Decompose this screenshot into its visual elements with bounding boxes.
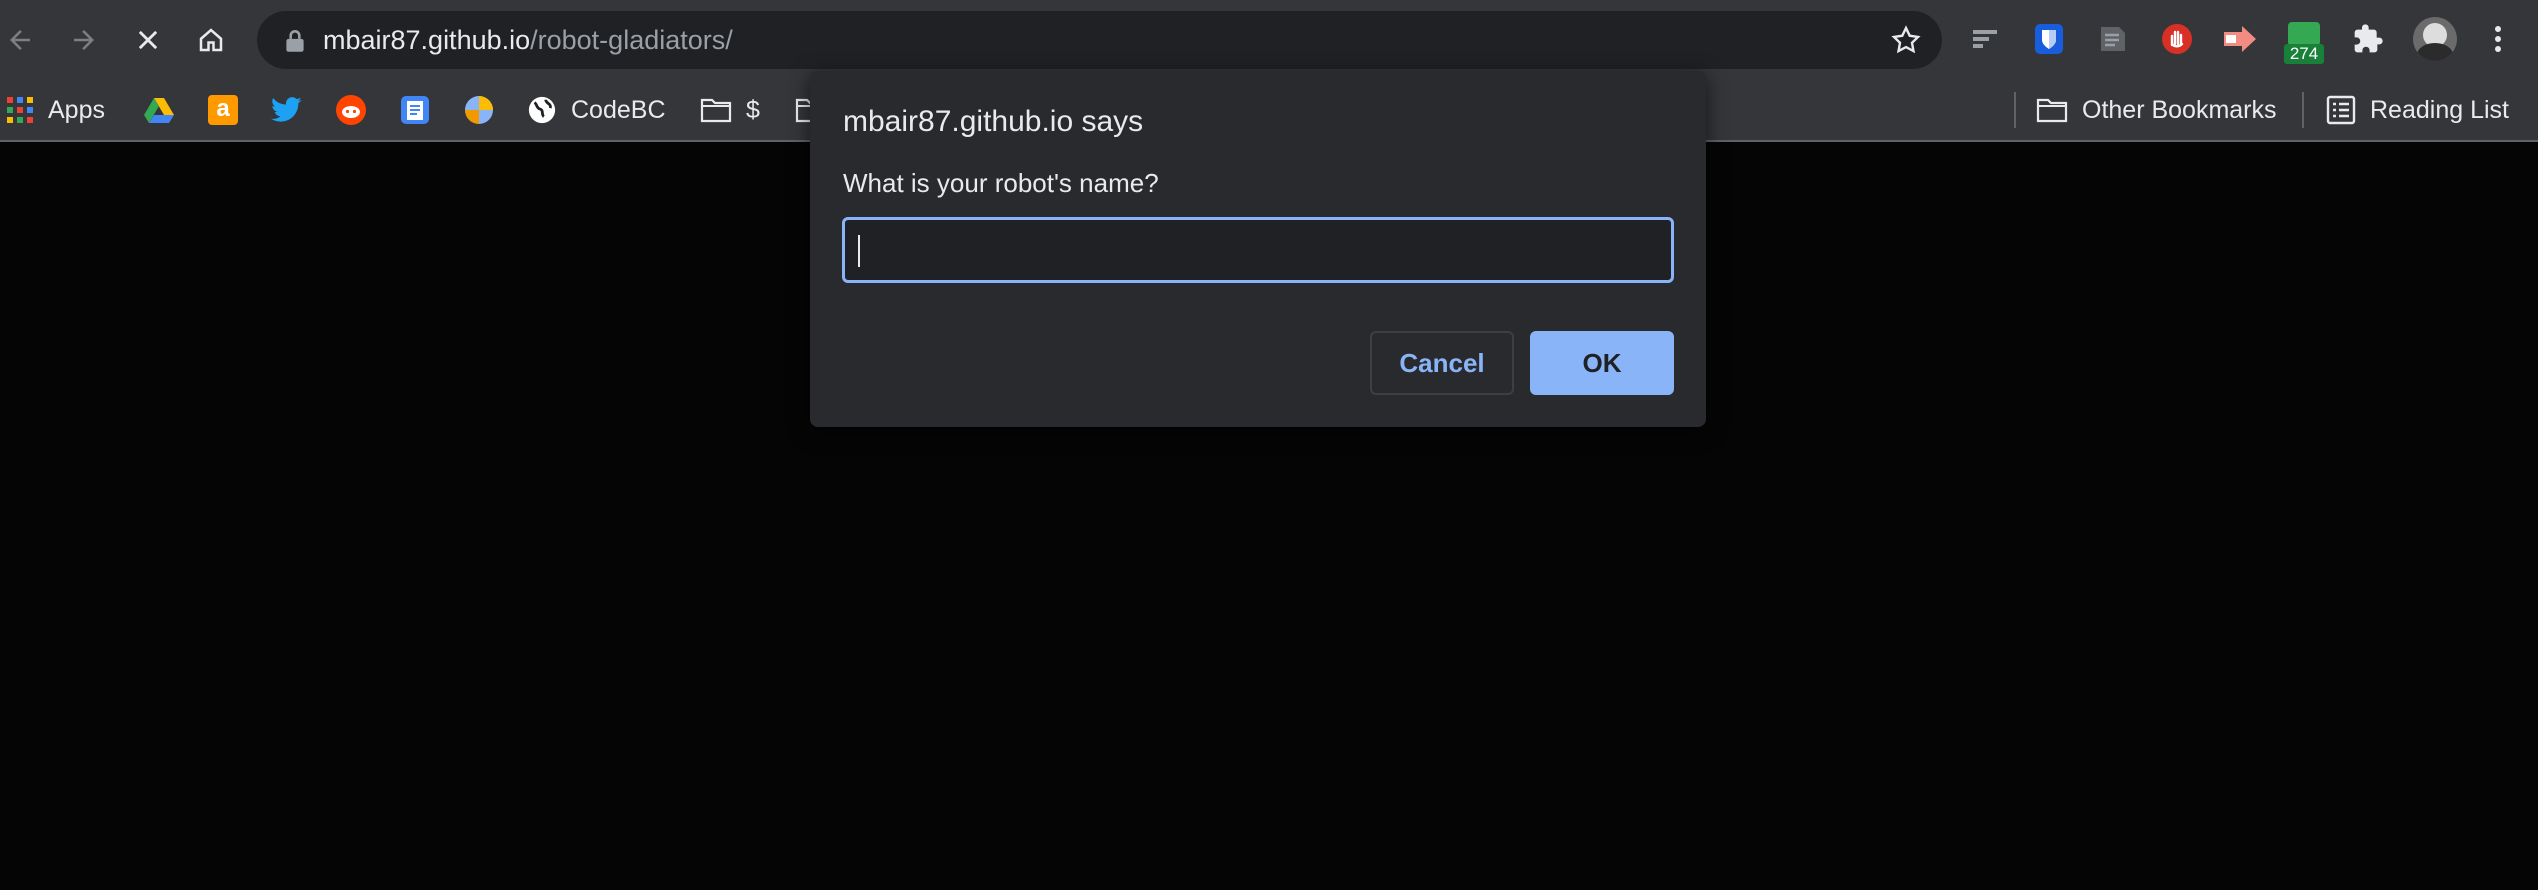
robot-name-input[interactable]	[842, 217, 1674, 283]
document-icon	[2101, 27, 2125, 51]
extensions-menu-button[interactable]	[2347, 18, 2389, 60]
reading-list-icon	[2326, 95, 2356, 125]
forward-arrow-icon	[74, 30, 94, 50]
folder-icon	[700, 98, 732, 123]
lock-icon	[286, 30, 304, 52]
arrow-right-icon	[2224, 26, 2256, 52]
apps-grid-icon	[7, 97, 33, 123]
avatar	[2413, 17, 2457, 61]
url-text: mbair87.github.io/robot-gladiators/	[323, 25, 733, 55]
cancel-button[interactable]: Cancel	[1370, 331, 1514, 395]
bookmark-colorful-site[interactable]	[463, 80, 495, 140]
bookmark-folder-label: $	[746, 95, 760, 124]
more-vertical-icon	[2495, 26, 2501, 52]
bookmark-codebc-label: CodeBC	[571, 95, 666, 124]
reader-extension[interactable]	[2092, 18, 2134, 60]
forward-button[interactable]	[60, 16, 108, 64]
hand-stop-icon	[2162, 24, 2192, 54]
back-arrow-icon	[10, 30, 30, 50]
bookmark-twitter[interactable]	[271, 80, 303, 140]
google-docs-icon	[401, 96, 429, 124]
bookmark-folder-dollar[interactable]: $	[700, 80, 760, 140]
twitter-icon	[271, 97, 302, 122]
lines-icon	[1973, 30, 1997, 48]
bookmark-star-icon[interactable]	[1890, 24, 1922, 56]
shield-icon	[2035, 24, 2063, 54]
prompt-dialog: mbair87.github.io says What is your robo…	[810, 71, 1706, 427]
bookmark-apps-label: Apps	[48, 95, 105, 124]
bookmarks-separator	[2302, 92, 2304, 128]
profile-avatar[interactable]	[2412, 16, 2458, 62]
address-bar[interactable]: mbair87.github.io/robot-gladiators/	[257, 11, 1942, 69]
bookmark-amazon[interactable]: a	[208, 80, 238, 140]
colorful-globe-icon	[465, 96, 493, 124]
close-icon	[138, 30, 158, 50]
bookmark-reddit[interactable]	[335, 80, 367, 140]
dialog-message: What is your robot's name?	[843, 168, 1159, 198]
globe-icon	[528, 96, 556, 124]
tab-search-extension[interactable]	[1966, 18, 2008, 60]
refresh-icon	[2288, 22, 2320, 46]
bitwarden-extension[interactable]	[2028, 18, 2070, 60]
browser-menu-button[interactable]	[2478, 18, 2518, 60]
bookmark-codebc[interactable]: CodeBC	[527, 80, 666, 140]
stop-loading-button[interactable]	[124, 16, 172, 64]
reddit-icon	[336, 95, 366, 125]
amazon-icon: a	[208, 95, 238, 125]
ok-button[interactable]: OK	[1530, 331, 1674, 395]
other-bookmarks-folder[interactable]: Other Bookmarks	[2036, 80, 2277, 140]
puzzle-piece-icon	[2354, 24, 2383, 53]
browser-toolbar: mbair87.github.io/robot-gladiators/ 274	[0, 0, 2538, 80]
counter-extension-icon: 274	[2284, 22, 2324, 66]
folder-icon	[2036, 98, 2068, 123]
home-icon	[199, 28, 223, 52]
url-path: /robot-gladiators/	[530, 25, 733, 55]
bookmark-google-drive[interactable]	[143, 80, 175, 140]
home-button[interactable]	[187, 16, 235, 64]
reading-list-button[interactable]: Reading List	[2326, 80, 2509, 140]
reading-list-label: Reading List	[2370, 95, 2509, 124]
url-host: mbair87.github.io	[323, 25, 531, 55]
text-caret	[858, 235, 860, 267]
bookmark-apps[interactable]: Apps	[6, 80, 105, 140]
extension-badge: 274	[2284, 44, 2324, 64]
counter-extension[interactable]: 274	[2283, 20, 2325, 68]
stop-hand-extension[interactable]	[2156, 18, 2198, 60]
back-button[interactable]	[0, 16, 44, 64]
dialog-title: mbair87.github.io says	[843, 105, 1144, 138]
google-drive-icon	[144, 98, 174, 123]
bookmark-google-docs[interactable]	[399, 80, 431, 140]
other-bookmarks-label: Other Bookmarks	[2082, 95, 2277, 124]
video-extension[interactable]	[2219, 18, 2261, 60]
bookmarks-separator	[2014, 92, 2016, 128]
